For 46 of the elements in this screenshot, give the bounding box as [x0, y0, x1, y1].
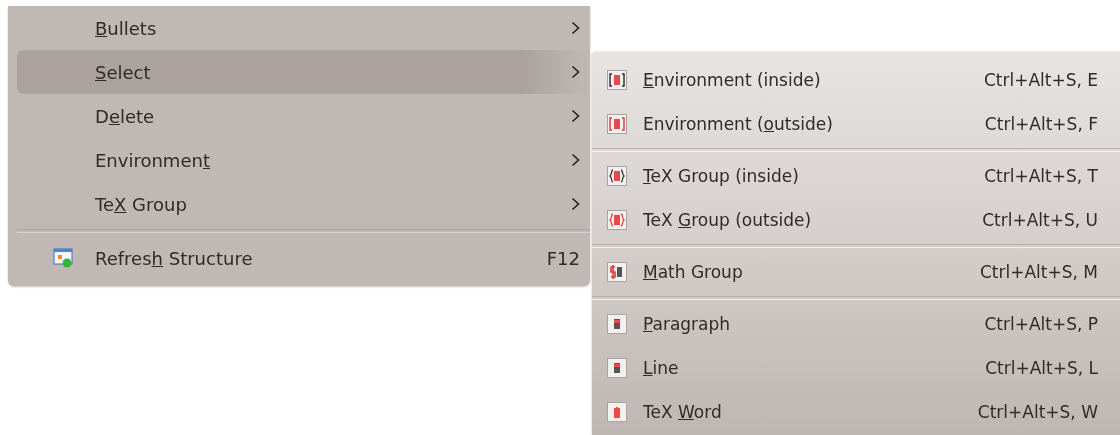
- bracket-lines-icon: [607, 114, 627, 134]
- menu-item[interactable]: TeX Group (outside) Ctrl+Alt+S, U: [592, 198, 1120, 242]
- menu-item[interactable]: TeX Group (inside) Ctrl+Alt+S, T: [592, 154, 1120, 198]
- menu-item[interactable]: Environment (outside) Ctrl+Alt+S, F: [592, 102, 1120, 146]
- refresh-structure-icon: [53, 248, 73, 268]
- bracket-lines-icon: [607, 70, 627, 90]
- menu-item-label: Environment: [95, 149, 211, 171]
- menu-item[interactable]: Paragraph Ctrl+Alt+S, P: [592, 302, 1120, 346]
- menu-item-label: Refresh Structure: [95, 247, 254, 269]
- shortcut: Ctrl+Alt+S, P: [984, 314, 1098, 334]
- menu-item[interactable]: Refresh Structure F12: [17, 236, 590, 280]
- menu-item[interactable]: Math Group Ctrl+Alt+S, M: [592, 250, 1120, 294]
- shortcut: Ctrl+Alt+S, E: [983, 70, 1098, 90]
- menu-item-label: Math Group: [643, 262, 744, 282]
- shortcut: Ctrl+Alt+S, T: [984, 166, 1098, 186]
- lines-icon: [607, 314, 627, 334]
- menu-item[interactable]: Environment (inside) Ctrl+Alt+S, E: [592, 58, 1120, 102]
- menu-item-label: TeX Group (inside): [643, 166, 800, 186]
- shortcut: Ctrl+Alt+S, L: [985, 358, 1098, 378]
- menu-item-label: TeX Group: [95, 193, 188, 215]
- brace-lines-icon: [607, 166, 627, 186]
- brace-lines-icon: [607, 210, 627, 230]
- dollar-lines-icon: [607, 262, 627, 282]
- menu-item-label: Bullets: [95, 17, 158, 39]
- menu-item[interactable]: Select: [17, 50, 590, 94]
- menu-item[interactable]: TeX Group: [17, 182, 590, 226]
- menu-item[interactable]: Bullets: [17, 6, 590, 50]
- menu-item-label: Select: [95, 61, 152, 83]
- lines-icon: [607, 402, 627, 422]
- menu-item[interactable]: Delete: [17, 94, 590, 138]
- shortcut: Ctrl+Alt+S, M: [979, 262, 1098, 282]
- menu-item-label: Line: [643, 358, 680, 378]
- menu-item[interactable]: Line Ctrl+Alt+S, L: [592, 346, 1120, 390]
- menu-item[interactable]: Environment: [17, 138, 590, 182]
- menu-item-label: Environment (inside): [643, 70, 822, 90]
- menu-item-label: TeX Word: [643, 402, 723, 422]
- shortcut: Ctrl+Alt+S, U: [982, 210, 1098, 230]
- menu-item-label: Delete: [95, 105, 156, 127]
- menu-item[interactable]: TeX Word Ctrl+Alt+S, W: [592, 390, 1120, 434]
- menu-item-label: Paragraph: [643, 314, 732, 334]
- shortcut: Ctrl+Alt+S, W: [977, 402, 1098, 422]
- lines-icon: [607, 358, 627, 378]
- shortcut: Ctrl+Alt+S, F: [984, 114, 1098, 134]
- menu-item-label: TeX Group (outside): [643, 210, 813, 230]
- shortcut: F12: [546, 247, 580, 269]
- menu-item-label: Environment (outside): [643, 114, 834, 134]
